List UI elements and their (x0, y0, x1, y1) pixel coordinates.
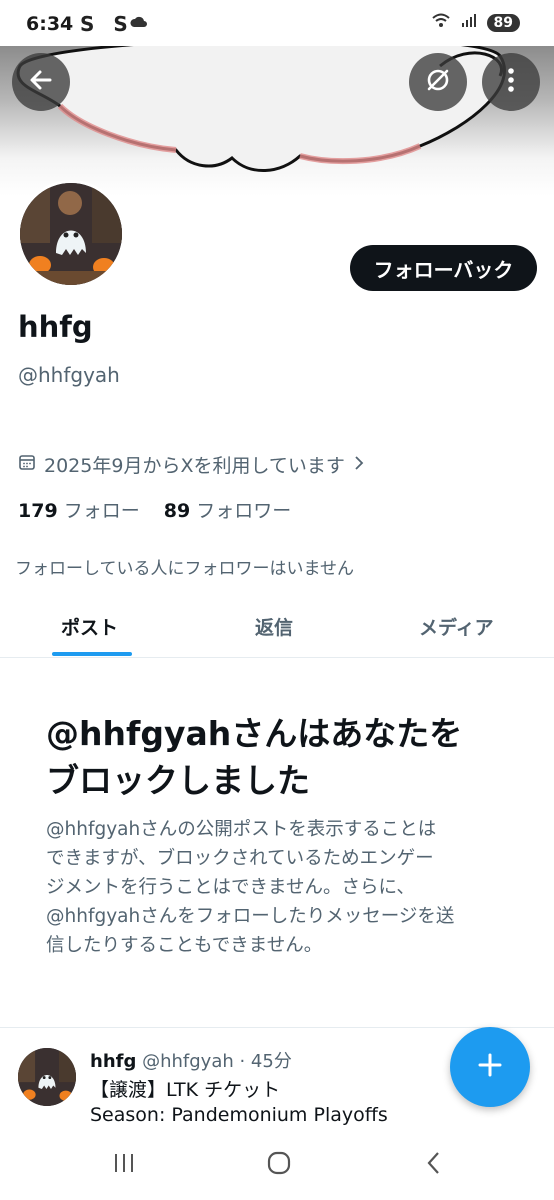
blocked-title-line: @hhfgyahさんはあなたを (46, 714, 463, 753)
blocked-body-line: 信したりすることもできません。 (46, 935, 323, 956)
post-author-name: hhfg (90, 1051, 137, 1072)
followers-label: フォロワー (196, 500, 292, 522)
follow-counts: 179 フォロー 89 フォロワー (18, 496, 291, 523)
blocked-title: @hhfgyahさんはあなたを ブロックしました (46, 710, 516, 804)
chevron-right-icon (353, 454, 365, 476)
system-navigation-bar (0, 1136, 554, 1200)
ghost-avatar-image (18, 1048, 76, 1106)
joined-date-text: 2025年9月からXを利用しています (44, 455, 345, 477)
followers-you-know[interactable]: フォローしている人にフォロワーはいません (15, 554, 354, 579)
profile-handle: @hhfgyah (18, 363, 120, 387)
post-text-line[interactable]: Season: Pandemonium Playoffs (90, 1104, 388, 1126)
banner-ghost-illustration (16, 46, 507, 172)
divider (0, 1027, 554, 1028)
compose-button[interactable] (450, 1027, 530, 1107)
followers-count: 89 (163, 500, 191, 522)
followers-link[interactable]: 89 フォロワー (164, 496, 292, 523)
ghost-avatar-image (20, 183, 122, 285)
profile-tabs: ポスト 返信 メディア (0, 600, 554, 658)
wifi-icon (431, 13, 451, 33)
follow-back-button[interactable]: フォローバック (350, 245, 537, 291)
blocked-body-line: @hhfgyahさんの公開ポストを表示することは (46, 819, 437, 840)
back-button[interactable] (12, 53, 70, 111)
display-name: hhfg (18, 310, 93, 344)
recents-button[interactable] (104, 1150, 144, 1180)
recents-icon (112, 1152, 136, 1178)
arrow-left-icon (28, 67, 54, 97)
weather-icon (130, 14, 148, 34)
blocked-description: @hhfgyahさんの公開ポストを表示することは できますが、ブロックされている… (46, 815, 516, 960)
plus-icon (476, 1051, 504, 1083)
following-count: 179 (18, 500, 58, 522)
home-icon (266, 1150, 292, 1180)
active-tab-indicator (52, 652, 132, 656)
battery-indicator: 89 (486, 14, 520, 32)
tab-replies[interactable]: 返信 (255, 613, 293, 640)
more-vertical-icon (507, 67, 515, 97)
home-button[interactable] (259, 1150, 299, 1180)
blocked-body-line: できますが、ブロックされているためエンゲー (46, 848, 434, 869)
post-author-avatar[interactable] (18, 1048, 76, 1106)
calendar-icon (18, 453, 36, 476)
grok-icon (424, 66, 452, 98)
status-bar: 6:34 S S 89 (0, 0, 554, 46)
more-button[interactable] (482, 53, 540, 111)
grok-button[interactable] (409, 53, 467, 111)
joined-date-row[interactable]: 2025年9月からXを利用しています (18, 451, 365, 478)
post-text-line[interactable]: 【譲渡】LTK チケット (90, 1075, 280, 1102)
notification-icons: S S (80, 12, 134, 36)
post-header[interactable]: hhfg @hhfgyah · 45分 (90, 1047, 292, 1073)
signal-icon (461, 14, 477, 32)
blocked-body-line: @hhfgyahさんをフォローしたりメッセージを送 (46, 906, 455, 927)
system-back-button[interactable] (414, 1150, 454, 1180)
profile-banner[interactable] (0, 46, 554, 196)
blocked-body-line: ジメントを行うことはできません。さらに、 (46, 877, 415, 898)
following-link[interactable]: 179 フォロー (18, 496, 140, 523)
blocked-title-line: ブロックしました (46, 761, 310, 800)
status-right: 89 (431, 13, 520, 33)
post-handle-time: @hhfgyah · 45分 (142, 1051, 292, 1072)
tab-media[interactable]: メディア (419, 613, 494, 640)
status-time: 6:34 (26, 13, 74, 35)
chevron-left-icon (426, 1151, 442, 1179)
profile-avatar[interactable] (17, 180, 125, 288)
tab-posts[interactable]: ポスト (61, 613, 118, 640)
following-label: フォロー (63, 500, 140, 522)
